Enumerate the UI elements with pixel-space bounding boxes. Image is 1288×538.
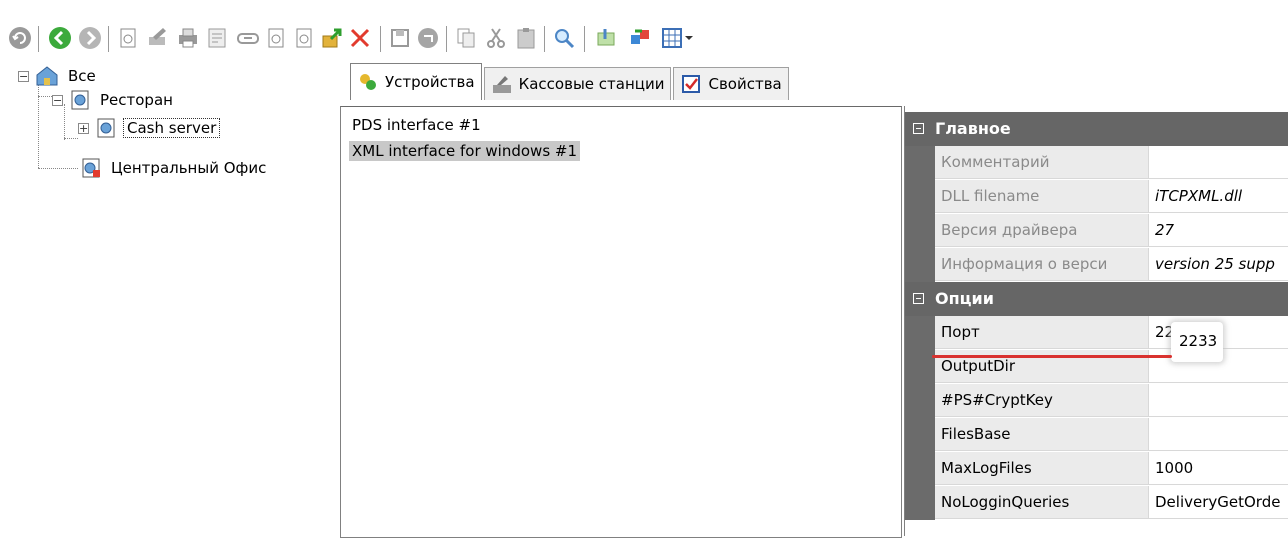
property-name: NoLogginQueries xyxy=(935,486,1149,519)
property-row[interactable]: Информация о верси version 25 supp xyxy=(905,248,1288,282)
list-item[interactable]: XML interface for windows #1 xyxy=(349,141,581,161)
restaurant-icon xyxy=(71,90,89,110)
cash-server-icon xyxy=(97,118,115,138)
new-item-icon[interactable] xyxy=(114,24,142,52)
property-name: MaxLogFiles xyxy=(935,452,1149,485)
collapse-icon[interactable]: − xyxy=(52,94,63,106)
copy-icon[interactable] xyxy=(452,24,480,52)
back-icon[interactable] xyxy=(46,24,74,52)
property-row[interactable]: MaxLogFiles 1000 xyxy=(905,452,1288,486)
property-name: FilesBase xyxy=(935,418,1149,451)
cash-register-icon xyxy=(492,76,511,93)
collapse-icon[interactable]: − xyxy=(18,70,29,82)
tree-view: − Все − Ресторан + Cash server Центральн… xyxy=(0,60,330,525)
save-icon[interactable] xyxy=(386,24,414,52)
property-value[interactable] xyxy=(1149,146,1288,179)
tab-properties[interactable]: Свойства xyxy=(673,67,789,100)
port-value-highlight-text: 2233 xyxy=(1179,332,1218,350)
category-title: Опции xyxy=(935,289,994,308)
property-value[interactable]: DeliveryGetOrde xyxy=(1149,486,1288,519)
edit-icon[interactable] xyxy=(144,24,172,52)
category-main[interactable]: Главное xyxy=(905,112,1288,146)
print-preview-icon[interactable] xyxy=(204,24,232,52)
office-icon xyxy=(82,158,100,178)
property-row[interactable]: NoLogginQueries DeliveryGetOrde xyxy=(905,486,1288,520)
property-name: #PS#CryptKey xyxy=(935,384,1149,417)
property-value[interactable] xyxy=(1149,418,1288,451)
annotation-underline xyxy=(932,355,1172,358)
search-icon[interactable] xyxy=(550,24,578,52)
property-grid: Главное Комментарий DLL filename iTCPXML… xyxy=(904,106,1288,536)
tab-bar: Устройства Кассовые станции Свойства xyxy=(350,63,791,100)
transfer-icon[interactable] xyxy=(626,24,654,52)
property-row[interactable]: Комментарий xyxy=(905,146,1288,180)
property-name: Комментарий xyxy=(935,146,1149,179)
paste-item-icon[interactable] xyxy=(290,24,318,52)
home-icon xyxy=(36,66,58,86)
property-row[interactable]: Версия драйвера 27 xyxy=(905,214,1288,248)
property-row[interactable]: FilesBase xyxy=(905,418,1288,452)
tree-node-central-office[interactable]: Центральный Офис xyxy=(80,156,269,180)
property-row[interactable]: Порт 2233 xyxy=(905,316,1288,350)
paste-icon[interactable] xyxy=(512,24,540,52)
forward-icon[interactable] xyxy=(76,24,104,52)
import-icon[interactable] xyxy=(592,24,620,52)
tree-label-central-office: Центральный Офис xyxy=(111,159,267,177)
tree-node-restaurant[interactable]: − Ресторан xyxy=(52,88,176,112)
property-value[interactable]: version 25 supp xyxy=(1149,248,1288,281)
tree-node-cash-server[interactable]: + Cash server xyxy=(78,116,221,140)
port-value-highlight: 2233 xyxy=(1171,322,1223,362)
tab-label: Кассовые станции xyxy=(518,75,665,93)
devices-icon xyxy=(360,74,376,90)
undo-icon[interactable] xyxy=(414,24,442,52)
tab-label: Устройства xyxy=(385,73,475,91)
tab-devices[interactable]: Устройства xyxy=(350,63,482,100)
tree-label-all: Все xyxy=(68,67,96,85)
category-title: Главное xyxy=(935,119,1011,138)
tree-node-all[interactable]: − Все xyxy=(18,64,99,88)
cut-off-text-strip xyxy=(0,0,1288,20)
refresh-icon[interactable] xyxy=(6,24,34,52)
tree-label-cash-server: Cash server xyxy=(123,118,221,138)
category-options[interactable]: Опции xyxy=(905,282,1288,316)
tab-label: Свойства xyxy=(708,75,782,93)
print-icon[interactable] xyxy=(174,24,202,52)
grid-view-icon[interactable] xyxy=(660,24,700,52)
property-name: Порт xyxy=(935,316,1149,349)
tab-cash-stations[interactable]: Кассовые станции xyxy=(483,67,672,100)
export-icon[interactable] xyxy=(318,24,346,52)
tree-label-restaurant: Ресторан xyxy=(100,91,173,109)
property-value[interactable] xyxy=(1149,384,1288,417)
collapse-icon[interactable] xyxy=(913,293,924,304)
property-value[interactable]: iTCPXML.dll xyxy=(1149,180,1288,213)
delete-icon[interactable] xyxy=(346,24,374,52)
property-row[interactable]: DLL filename iTCPXML.dll xyxy=(905,180,1288,214)
device-list: PDS interface #1 XML interface for windo… xyxy=(340,106,902,538)
collapse-icon[interactable] xyxy=(913,123,924,134)
property-value[interactable]: 1000 xyxy=(1149,452,1288,485)
link-icon[interactable] xyxy=(234,24,262,52)
main-toolbar xyxy=(0,20,1288,58)
expand-icon[interactable]: + xyxy=(78,122,89,134)
cut-icon[interactable] xyxy=(482,24,510,52)
properties-icon xyxy=(682,75,701,93)
property-name: Информация о верси xyxy=(935,248,1149,281)
property-name: DLL filename xyxy=(935,180,1149,213)
property-value[interactable]: 27 xyxy=(1149,214,1288,247)
list-item[interactable]: PDS interface #1 xyxy=(349,115,484,135)
property-row[interactable]: #PS#CryptKey xyxy=(905,384,1288,418)
property-name: Версия драйвера xyxy=(935,214,1149,247)
copy-item-icon[interactable] xyxy=(262,24,290,52)
